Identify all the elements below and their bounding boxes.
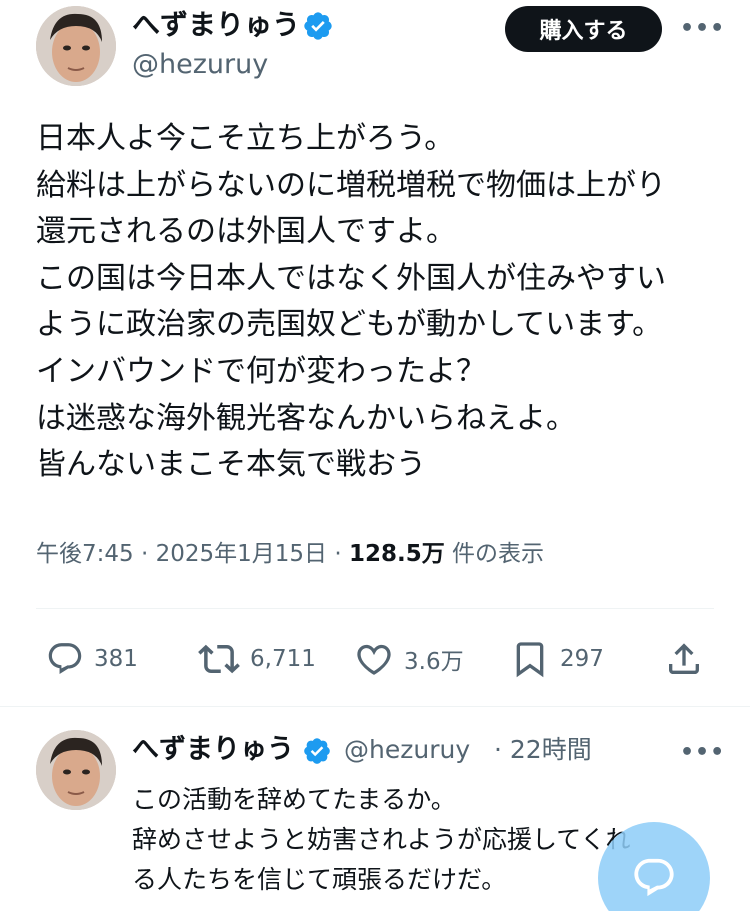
reply-icon bbox=[48, 643, 82, 674]
tweet-line: この国は今日本人ではなく外国人が住みやすい bbox=[36, 260, 666, 296]
tweet-line: インバウンドで何が変わったよ？ bbox=[36, 353, 486, 389]
reply-time[interactable]: · 22時間 bbox=[494, 733, 592, 767]
repost-icon bbox=[198, 644, 240, 674]
share-icon bbox=[669, 643, 699, 674]
tweet-timestamp[interactable]: 午後7:45 · 2025年1月15日 · bbox=[36, 541, 349, 567]
like-count: 3.6万 bbox=[404, 649, 464, 675]
tweet-text: 日本人よ今こそ立ち上がろう。 給料は上がらないのに増税増税で物価は上がり 還元さ… bbox=[36, 116, 736, 489]
reply-author-handle[interactable]: @hezuruy bbox=[344, 733, 470, 767]
reply-text: この活動を辞めてたまるか。 辞めさせようと妨害されようが応援してくれ る人たちを… bbox=[132, 780, 631, 900]
tweet-line: 皆んないまこそ本気で戦おう bbox=[36, 447, 426, 483]
more-icon[interactable]: ••• bbox=[680, 16, 725, 41]
reply-author-name[interactable]: へずまりゅう bbox=[132, 733, 294, 767]
reply-author-avatar[interactable] bbox=[36, 730, 116, 810]
reply-line: この活動を辞めてたまるか。 bbox=[132, 785, 456, 814]
author-name[interactable]: へずまりゅう bbox=[132, 8, 300, 42]
reply-count: 381 bbox=[94, 646, 138, 672]
repost-count: 6,711 bbox=[250, 646, 316, 672]
tweet-line: は迷惑な海外観光客なんかいらねえよ。 bbox=[36, 400, 576, 436]
divider bbox=[36, 608, 714, 609]
reply-action[interactable]: 381 bbox=[46, 638, 138, 680]
tweet-line: 還元されるのは外国人ですよ。 bbox=[36, 214, 456, 250]
bookmark-count: 297 bbox=[560, 646, 604, 672]
share-action[interactable] bbox=[664, 638, 714, 680]
author-avatar[interactable] bbox=[36, 6, 116, 86]
more-icon[interactable]: ••• bbox=[680, 740, 725, 765]
divider bbox=[0, 706, 750, 707]
tweet-line: 給料は上がらないのに増税増税で物価は上がり bbox=[36, 167, 666, 203]
view-count: 128.5万 bbox=[348, 541, 445, 567]
reply-line: 辞めさせようと妨害されようが応援してくれ bbox=[132, 825, 631, 854]
buy-button[interactable]: 購入する bbox=[505, 6, 662, 52]
like-icon bbox=[357, 644, 391, 675]
reply-line: る人たちを信じて頑張るだけだ。 bbox=[132, 865, 507, 894]
repost-action[interactable]: 6,711 bbox=[198, 638, 316, 680]
bookmark-action[interactable]: 297 bbox=[510, 638, 604, 680]
verified-badge-icon bbox=[304, 738, 330, 764]
bookmark-icon bbox=[516, 642, 544, 678]
tweet-meta: 午後7:45 · 2025年1月15日 · 128.5万 件の表示 bbox=[36, 536, 544, 572]
avatar-photo bbox=[36, 730, 116, 810]
like-action[interactable]: 3.6万 bbox=[354, 638, 464, 680]
verified-badge-icon bbox=[304, 12, 332, 40]
tweet-line: 日本人よ今こそ立ち上がろう。 bbox=[36, 121, 455, 156]
avatar-photo bbox=[36, 6, 116, 86]
author-handle[interactable]: @hezuruy bbox=[132, 48, 268, 82]
tweet-line: ように政治家の売国奴どもが動かしています。 bbox=[36, 307, 663, 343]
compose-reply-icon bbox=[634, 858, 674, 897]
view-suffix: 件の表示 bbox=[444, 541, 545, 567]
